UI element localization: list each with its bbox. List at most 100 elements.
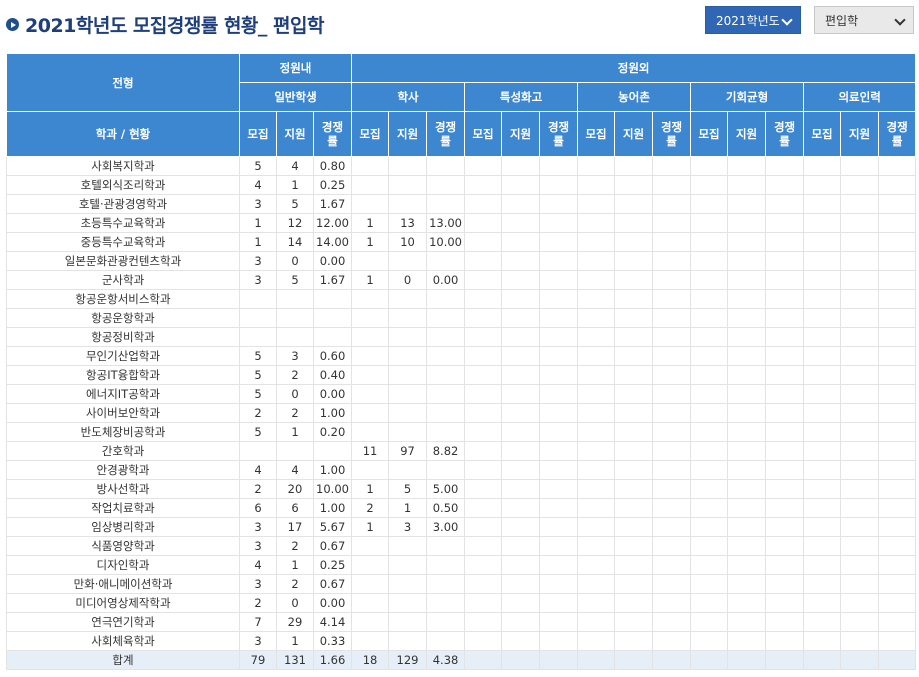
general-recruit: 4 [239,175,277,195]
bachelor-ratio [426,289,466,309]
general-apply [276,308,314,328]
general-ratio: 1.66 [312,650,353,670]
general-ratio: 0.80 [312,156,353,176]
empty-cell [765,479,805,499]
empty-cell [614,612,654,632]
empty-cell [690,384,729,404]
empty-cell [690,460,729,480]
empty-cell [803,593,842,613]
table-row: 에너지IT공학과 5 0 0.00 [6,384,917,404]
empty-cell [614,175,654,195]
general-ratio [312,441,353,461]
header-apply: 지원 [614,111,654,157]
bachelor-apply [388,194,428,214]
empty-cell [765,194,805,214]
empty-cell [539,612,579,632]
empty-cell [652,270,692,290]
empty-cell [577,232,616,252]
bachelor-apply [388,308,428,328]
empty-cell [803,441,842,461]
empty-cell [464,574,503,594]
empty-cell [614,574,654,594]
dept-name: 연극연기학과 [6,612,240,632]
header-recruit: 모집 [577,111,616,157]
empty-cell [840,498,880,518]
empty-cell [765,631,805,651]
empty-cell [840,403,880,423]
bachelor-apply: 13 [388,213,428,233]
empty-cell [840,346,880,366]
dept-name: 사회체육학과 [6,631,240,651]
header-ratio: 경쟁률 [652,111,692,157]
table-row: 반도체장비공학과 5 1 0.20 [6,422,917,442]
empty-cell [501,308,541,328]
empty-cell [765,517,805,537]
top-bar: 2021학년도 모집경쟁률 현황_ 편입학 2021학년도 편입학 [0,0,919,46]
header-equal-opportunity: 기회균형 [690,82,805,112]
admission-type-select[interactable]: 편입학 [814,6,914,34]
general-recruit [239,289,277,309]
header-ratio: 경쟁률 [539,111,579,157]
bachelor-apply [388,346,428,366]
empty-cell [501,251,541,271]
play-bullet-icon [6,18,19,31]
bachelor-recruit [351,289,390,309]
general-apply: 0 [276,251,314,271]
empty-cell [803,555,842,575]
empty-cell [765,232,805,252]
general-recruit: 2 [239,403,277,423]
empty-cell [539,270,579,290]
header-bachelor: 학사 [351,82,466,112]
dept-name: 작업치료학과 [6,498,240,518]
empty-cell [727,555,767,575]
year-select[interactable]: 2021학년도 [705,6,801,34]
empty-cell [539,498,579,518]
empty-cell [878,650,917,670]
empty-cell [878,574,917,594]
empty-cell [690,479,729,499]
empty-cell [501,612,541,632]
table-row: 디자인학과 4 1 0.25 [6,555,917,575]
header-apply: 지원 [276,111,314,157]
general-recruit: 6 [239,498,277,518]
bachelor-apply [388,175,428,195]
empty-cell [765,422,805,442]
chevron-down-icon [781,14,793,26]
empty-cell [464,593,503,613]
empty-cell [614,308,654,328]
bachelor-ratio: 10.00 [426,232,466,252]
header-ratio: 경쟁률 [312,111,353,157]
empty-cell [577,517,616,537]
bachelor-ratio [426,593,466,613]
empty-cell [539,593,579,613]
bachelor-recruit [351,403,390,423]
bachelor-ratio: 0.50 [426,498,466,518]
general-apply: 0 [276,384,314,404]
empty-cell [878,384,917,404]
empty-cell [878,403,917,423]
empty-cell [727,517,767,537]
empty-cell [878,631,917,651]
empty-cell [577,574,616,594]
empty-cell [690,156,729,176]
table-row: 안경광학과 4 4 1.00 [6,460,917,480]
empty-cell [727,479,767,499]
table-row: 사회체육학과 3 1 0.33 [6,631,917,651]
empty-cell [727,232,767,252]
empty-cell [690,346,729,366]
empty-cell [803,365,842,385]
general-apply: 2 [276,365,314,385]
bachelor-apply [388,631,428,651]
empty-cell [501,650,541,670]
empty-cell [464,479,503,499]
empty-cell [464,631,503,651]
table-row: 무인기산업학과 5 3 0.60 [6,346,917,366]
empty-cell [577,156,616,176]
bachelor-recruit [351,422,390,442]
empty-cell [501,365,541,385]
bachelor-ratio [426,574,466,594]
empty-cell [803,517,842,537]
general-ratio: 1.00 [312,498,353,518]
table-row: 임상병리학과 3 17 5.67 1 3 3.00 [6,517,917,537]
bachelor-recruit [351,308,390,328]
